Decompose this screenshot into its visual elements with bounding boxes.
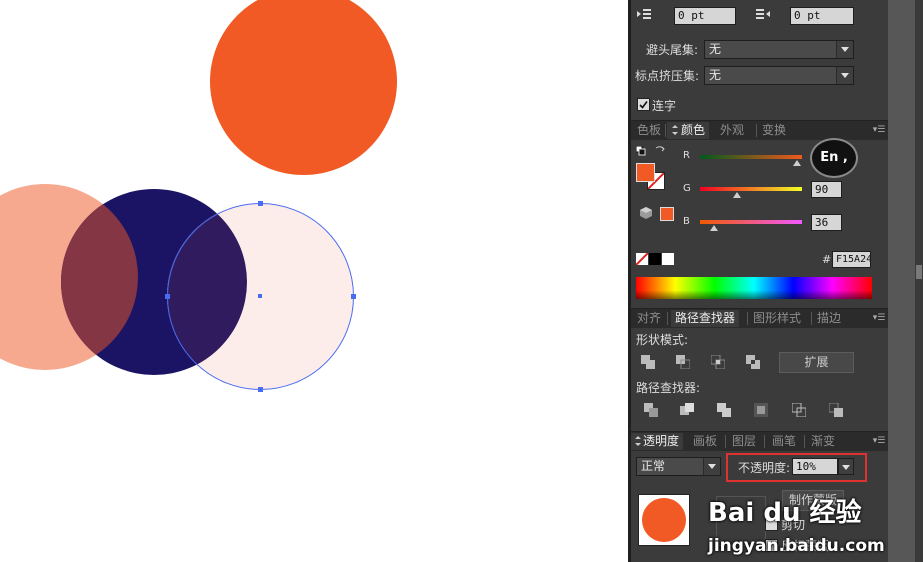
g-slider-thumb[interactable] <box>733 192 741 198</box>
b-slider-track[interactable] <box>700 220 802 224</box>
crop-icon[interactable] <box>754 403 768 417</box>
minus-front-icon[interactable] <box>676 355 690 369</box>
hex-input[interactable]: F15A24 <box>832 251 871 268</box>
chevron-down-icon[interactable] <box>703 458 720 475</box>
tab-divider <box>811 312 812 325</box>
r-slider-track[interactable] <box>700 155 802 159</box>
right-indent-icon <box>756 9 770 19</box>
ime-indicator-badge: En , <box>810 138 858 178</box>
mojikumi-label: 标点挤压集: <box>635 69 700 83</box>
kinsoku-select[interactable]: 无 <box>704 40 854 59</box>
white-color-button[interactable] <box>662 253 674 265</box>
out-of-gamut-cube-icon <box>640 207 652 219</box>
shape-modes-label: 形状模式: <box>636 333 689 347</box>
hyphenate-checkbox[interactable] <box>637 98 650 111</box>
tab-divider <box>804 435 805 448</box>
intersect-icon[interactable] <box>711 355 725 369</box>
ime-indicator-text: En , <box>820 150 848 165</box>
fill-swatch[interactable] <box>636 163 655 182</box>
tab-appearance[interactable]: 外观 <box>716 122 748 139</box>
blend-mode-select[interactable]: 正常 <box>636 457 721 476</box>
vertical-scrollbar[interactable] <box>915 0 923 562</box>
none-color-button[interactable] <box>636 253 648 265</box>
left-indent-icon <box>637 9 651 19</box>
watermark-brand: Bai du 经验 <box>708 498 862 528</box>
panel-menu-icon[interactable]: ▾☰ <box>872 312 886 324</box>
merge-icon[interactable] <box>717 403 731 417</box>
mojikumi-value: 无 <box>709 68 722 82</box>
baidu-jingyan-watermark: Bai du 经验 <box>708 492 862 529</box>
scrollbar-thumb[interactable] <box>916 265 922 279</box>
tab-divider <box>667 312 668 325</box>
anchor-bottom[interactable] <box>258 387 263 392</box>
tab-graphic-styles[interactable]: 图形样式 <box>749 310 805 327</box>
tab-divider <box>747 312 748 325</box>
tab-divider <box>764 435 765 448</box>
anchor-right[interactable] <box>351 294 356 299</box>
tab-swatches[interactable]: 色板 <box>633 122 665 139</box>
anchor-center[interactable] <box>258 294 262 298</box>
object-thumbnail[interactable] <box>638 494 690 546</box>
g-value-input[interactable]: 90 <box>811 181 842 198</box>
watermark-url: jingyan.baidu.com <box>708 536 885 556</box>
pathfinder-panel-tabbar: 对齐 路径查找器 图形样式 描边 ▾☰ <box>631 308 888 328</box>
expand-button[interactable]: 扩展 <box>779 352 854 373</box>
tab-layers[interactable]: 图层 <box>728 433 760 450</box>
right-indent-input[interactable]: 0 pt <box>790 7 854 25</box>
tab-gradient[interactable]: 渐变 <box>807 433 839 450</box>
pathfinders-label: 路径查找器: <box>636 381 701 395</box>
tab-pathfinder[interactable]: 路径查找器 <box>671 310 740 327</box>
minus-back-icon[interactable] <box>829 403 843 417</box>
black-color-button[interactable] <box>649 253 661 265</box>
none-slash-icon <box>636 253 648 265</box>
tab-divider <box>665 124 666 137</box>
hex-label: # <box>822 253 832 266</box>
divide-icon[interactable] <box>644 403 658 417</box>
b-slider-thumb[interactable] <box>710 225 718 231</box>
chevron-down-icon[interactable] <box>836 67 853 84</box>
default-colors-icon[interactable] <box>636 146 646 156</box>
chevron-down-icon[interactable] <box>836 41 853 58</box>
checkmark-icon <box>639 101 648 109</box>
anchor-top[interactable] <box>258 201 263 206</box>
r-slider-thumb[interactable] <box>793 160 801 166</box>
opacity-highlight-box <box>726 453 867 482</box>
tab-brushes[interactable]: 画笔 <box>768 433 800 450</box>
tab-transform[interactable]: 变换 <box>758 122 790 139</box>
color-panel-tabbar: 色板 颜色 外观 变换 ▾☰ <box>631 120 888 140</box>
tab-transparency-label: 透明度 <box>643 434 680 448</box>
left-indent-input[interactable]: 0 pt <box>674 7 736 25</box>
tab-color-label: 颜色 <box>681 123 706 137</box>
kinsoku-value: 无 <box>709 42 722 56</box>
kinsoku-label: 避头尾集: <box>646 43 699 57</box>
g-channel-label: G <box>683 183 691 194</box>
color-spectrum-bar[interactable] <box>636 277 872 299</box>
r-channel-label: R <box>683 150 690 161</box>
panel-menu-icon[interactable]: ▾☰ <box>872 124 886 136</box>
tab-artboards[interactable]: 画板 <box>689 433 721 450</box>
b-channel-label: B <box>683 216 690 227</box>
swap-colors-icon[interactable] <box>655 145 665 155</box>
transparency-panel-tabbar: 透明度 画板 图层 画笔 渐变 ▾☰ <box>631 431 888 451</box>
expand-arrows-icon <box>635 436 641 446</box>
hyphenate-label: 连字 <box>652 99 677 113</box>
mojikumi-select[interactable]: 无 <box>704 66 854 85</box>
web-safe-color-swatch[interactable] <box>660 207 674 221</box>
tab-divider <box>725 435 726 448</box>
trim-icon[interactable] <box>680 403 694 417</box>
blend-mode-value: 正常 <box>641 459 666 473</box>
artboard-canvas[interactable] <box>0 0 628 562</box>
g-slider-track[interactable] <box>700 187 802 191</box>
tab-divider <box>756 124 757 137</box>
outline-icon[interactable] <box>792 403 806 417</box>
panel-menu-icon[interactable]: ▾☰ <box>872 435 886 447</box>
b-value-input[interactable]: 36 <box>811 214 842 231</box>
exclude-icon[interactable] <box>746 355 760 369</box>
tab-align[interactable]: 对齐 <box>633 310 665 327</box>
thumbnail-circle <box>642 498 686 542</box>
unite-icon[interactable] <box>641 355 655 369</box>
expand-arrows-icon <box>672 125 678 135</box>
anchor-left[interactable] <box>165 294 170 299</box>
tab-stroke[interactable]: 描边 <box>813 310 845 327</box>
